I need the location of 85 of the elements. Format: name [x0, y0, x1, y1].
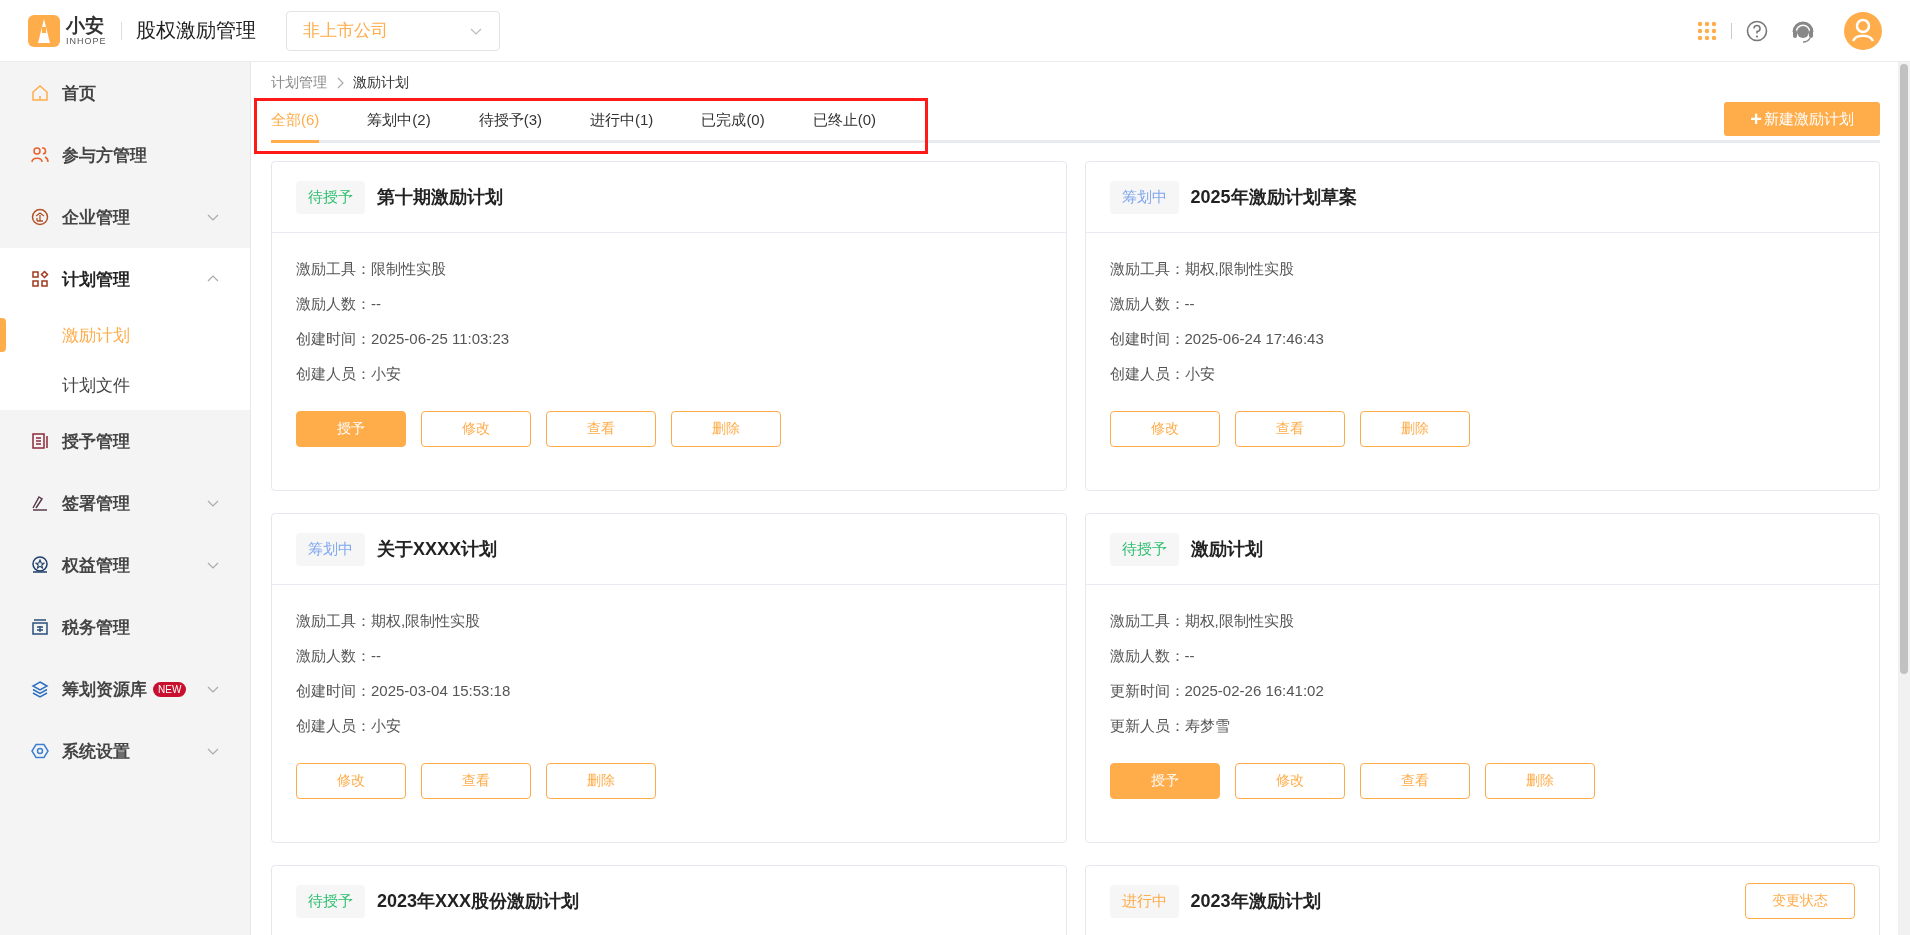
- plan-title: 2023年XXX股份激励计划: [377, 890, 580, 913]
- plan-detail: 创建人员：小安: [1109, 364, 1215, 384]
- submenu-item[interactable]: 计划文件: [0, 360, 250, 410]
- avatar-icon[interactable]: [1844, 11, 1882, 50]
- sidebar-item[interactable]: 签署管理: [0, 472, 250, 534]
- action-button[interactable]: 修改: [1234, 763, 1345, 799]
- filter-tab[interactable]: 待授予(3): [478, 111, 543, 143]
- filter-tab[interactable]: 进行中(1): [590, 111, 654, 143]
- logo-text: 小安: [66, 15, 105, 35]
- plan-detail: 激励人数：--: [1109, 646, 1195, 666]
- help-icon[interactable]: [1746, 19, 1768, 42]
- action-button[interactable]: 授予: [1109, 763, 1220, 799]
- action-button[interactable]: 修改: [421, 411, 531, 447]
- company-select[interactable]: 非上市公司: [285, 10, 500, 51]
- status-tag: 筹划中: [296, 532, 365, 566]
- action-button[interactable]: 删除: [1484, 763, 1595, 799]
- plan-detail: 激励人数：--: [1109, 294, 1195, 314]
- plan-detail: 创建人员：小安: [296, 716, 401, 736]
- plan-title: 关于XXXX计划: [377, 538, 498, 561]
- plan-detail: 激励人数：--: [296, 646, 381, 666]
- plan-detail: 创建时间：2025-06-24 17:46:43: [1109, 329, 1324, 349]
- sidebar-item[interactable]: 企业管理: [0, 186, 250, 248]
- action-button[interactable]: 修改: [296, 763, 406, 799]
- filter-tab[interactable]: 全部(6): [271, 111, 320, 143]
- menu-item-icon: [30, 431, 50, 451]
- chevron-right-icon: [335, 77, 345, 89]
- action-button[interactable]: 修改: [1109, 411, 1220, 447]
- sidebar-item[interactable]: 授予管理: [0, 410, 250, 472]
- breadcrumb-item: 激励计划: [353, 74, 409, 92]
- breadcrumb-item[interactable]: 计划管理: [271, 74, 327, 92]
- menu-item-icon: [30, 269, 50, 289]
- new-plan-button[interactable]: +新建激励计划: [1724, 102, 1880, 136]
- menu-item-icon: [30, 145, 50, 165]
- plan-detail: 激励人数：--: [296, 294, 381, 314]
- menu-item-icon: [30, 493, 50, 513]
- action-button[interactable]: 删除: [671, 411, 781, 447]
- status-tag: 待授予: [296, 180, 365, 214]
- plan-detail: 创建人员：小安: [296, 364, 401, 384]
- filter-tab[interactable]: 已终止(0): [812, 111, 877, 143]
- action-button[interactable]: 删除: [1359, 411, 1470, 447]
- action-button[interactable]: 授予: [296, 411, 406, 447]
- menu-item-icon: [30, 679, 50, 699]
- plan-detail: 激励工具：限制性实股: [296, 259, 446, 279]
- plan-title: 第十期激励计划: [377, 186, 503, 209]
- plan-detail: 激励工具：期权,限制性实股: [296, 611, 481, 631]
- plan-detail: 更新时间：2025-02-26 16:41:02: [1109, 681, 1324, 701]
- sidebar-item[interactable]: 首页: [0, 62, 250, 124]
- plan-detail: 创建时间：2025-06-25 11:03:23: [296, 329, 510, 349]
- submenu-item[interactable]: 激励计划: [0, 310, 250, 360]
- sidebar-item[interactable]: 计划管理: [0, 248, 250, 310]
- filter-tab[interactable]: 筹划中(2): [367, 111, 431, 143]
- logo-subtext: INHOPE: [66, 36, 107, 46]
- status-tag: 进行中: [1109, 884, 1179, 918]
- menu-item-icon: [30, 207, 50, 227]
- filter-tab[interactable]: 已完成(0): [701, 111, 765, 143]
- action-button[interactable]: 查看: [546, 411, 656, 447]
- sidebar-item[interactable]: 权益管理: [0, 534, 250, 596]
- scrollbar[interactable]: [1898, 62, 1910, 935]
- app-title: 股权激励管理: [135, 18, 256, 43]
- plan-detail: 激励工具：期权,限制性实股: [1109, 259, 1294, 279]
- menu-item-icon: [30, 617, 50, 637]
- plan-detail: 更新人员：寿梦雪: [1109, 716, 1230, 736]
- sidebar-item[interactable]: 参与方管理: [0, 124, 250, 186]
- logo-icon: [28, 14, 60, 47]
- status-tag: 待授予: [1109, 532, 1179, 566]
- action-button[interactable]: 查看: [1234, 411, 1345, 447]
- plan-detail: 激励工具：期权,限制性实股: [1109, 611, 1294, 631]
- status-tag: 筹划中: [1109, 180, 1179, 214]
- sidebar-item[interactable]: 税务管理: [0, 596, 250, 658]
- plan-title: 激励计划: [1190, 538, 1263, 561]
- plan-detail: 创建时间：2025-03-04 15:53:18: [296, 681, 511, 701]
- plan-title: 2023年激励计划: [1190, 890, 1321, 913]
- apps-grid-icon[interactable]: [1697, 20, 1717, 41]
- menu-item-icon: [30, 741, 50, 761]
- menu-item-icon: [30, 83, 50, 103]
- sidebar-item[interactable]: 筹划资源库 NEW: [0, 658, 250, 720]
- change-status-button[interactable]: 变更状态: [1745, 883, 1855, 919]
- plan-title: 2025年激励计划草案: [1190, 186, 1357, 209]
- sidebar-item[interactable]: 系统设置: [0, 720, 250, 782]
- menu-item-icon: [30, 555, 50, 575]
- action-button[interactable]: 删除: [546, 763, 656, 799]
- new-badge: NEW: [153, 681, 187, 697]
- action-button[interactable]: 查看: [421, 763, 531, 799]
- status-tag: 待授予: [296, 884, 365, 918]
- action-button[interactable]: 查看: [1359, 763, 1470, 799]
